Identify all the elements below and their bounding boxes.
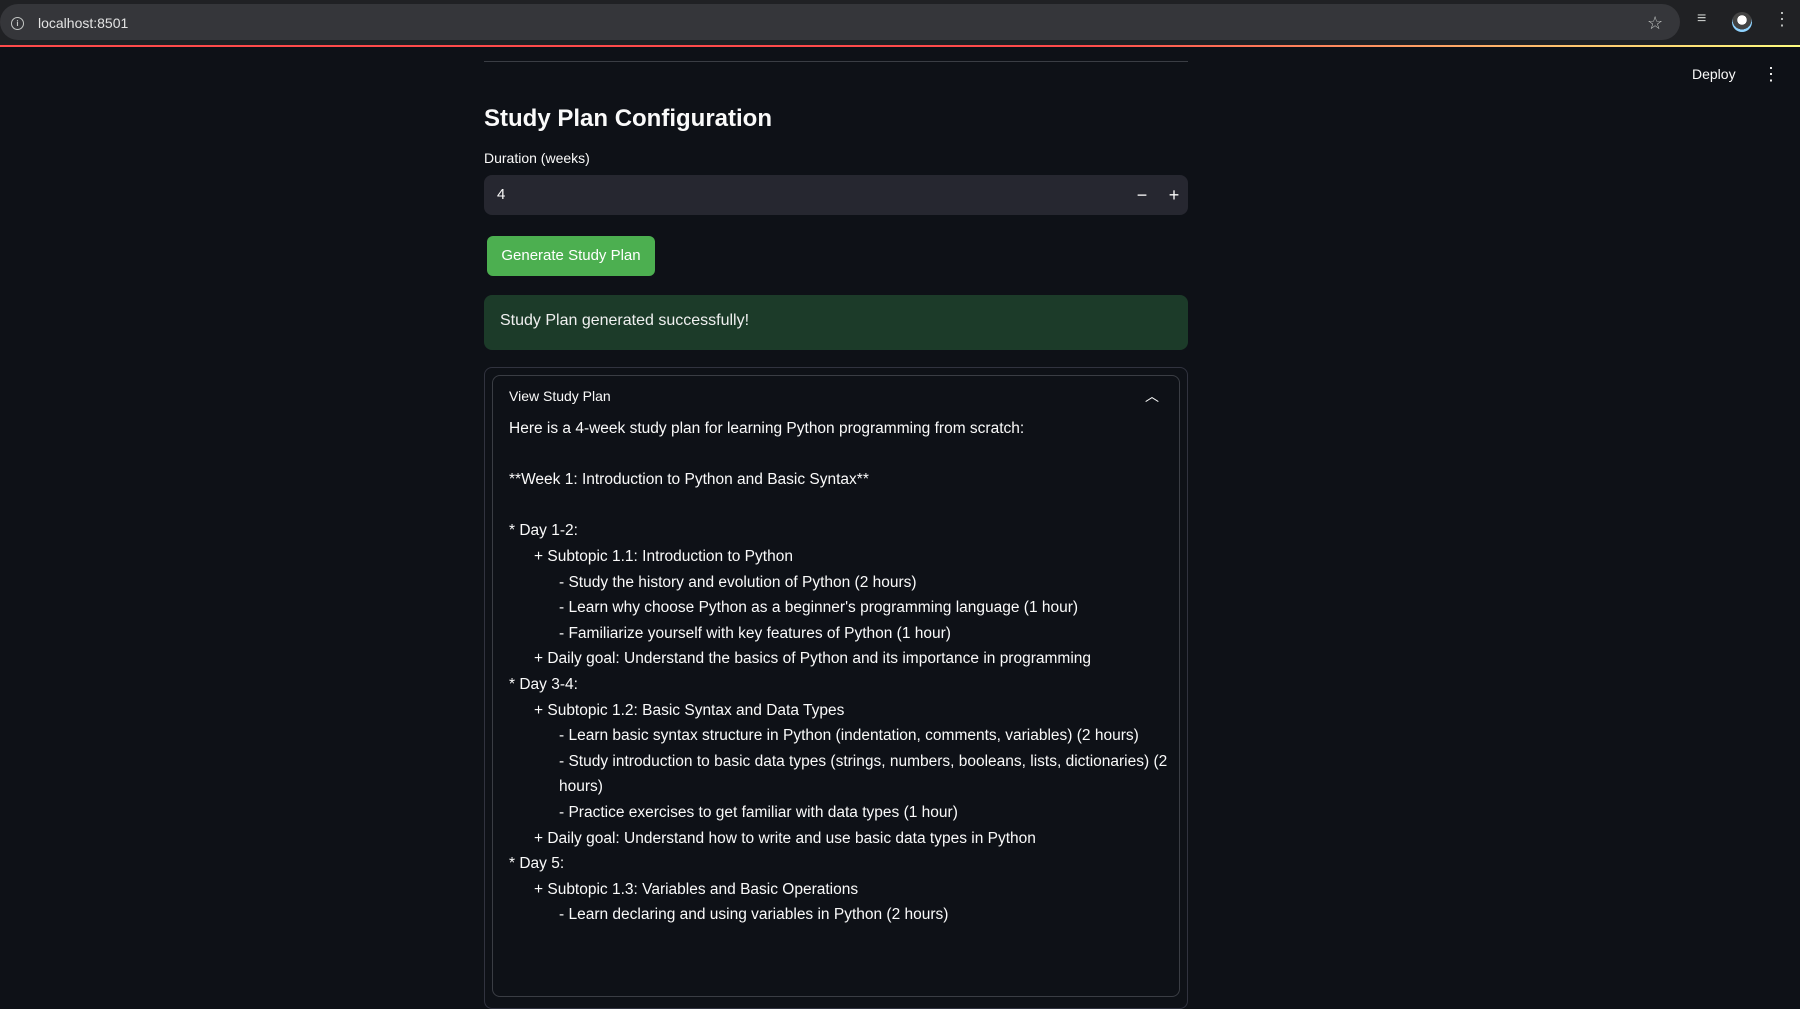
plan-line: + Daily goal: Understand how to write an… [534, 829, 1036, 847]
plan-line: + Subtopic 1.3: Variables and Basic Oper… [534, 880, 859, 898]
info-icon[interactable]: i [11, 17, 24, 30]
plan-line: * Day 3-4: [509, 675, 578, 693]
plan-line: - Study introduction to basic data types… [559, 752, 1172, 796]
app-menu-icon[interactable]: ⋮ [1762, 64, 1780, 85]
duration-label: Duration (weeks) [484, 150, 590, 166]
divider [484, 61, 1188, 62]
browser-menu-icon[interactable]: ⋮ [1773, 9, 1791, 30]
plan-line: - Learn declaring and using variables in… [559, 906, 949, 924]
plan-line [509, 442, 1169, 468]
plan-line: - Study the history and evolution of Pyt… [559, 573, 917, 591]
success-message: Study Plan generated successfully! [500, 312, 750, 329]
plan-line: - Learn why choose Python as a beginner'… [559, 599, 1079, 617]
plan-line: + Subtopic 1.1: Introduction to Python [534, 547, 793, 565]
page-title: Study Plan Configuration [484, 105, 772, 132]
increment-button[interactable]: + [1161, 182, 1187, 208]
expander-header[interactable]: View Study Plan [509, 388, 611, 404]
study-plan-expander: View Study Plan ︿ Here is a 4-week study… [492, 375, 1180, 997]
profile-icon[interactable] [1732, 12, 1752, 32]
plan-line: - Learn basic syntax structure in Python… [559, 727, 1139, 745]
plan-line: * Day 1-2: [509, 522, 578, 540]
plan-line: + Daily goal: Understand the basics of P… [534, 650, 1092, 668]
plan-line: - Familiarize yourself with key features… [559, 624, 951, 642]
duration-value[interactable]: 4 [497, 186, 505, 203]
media-icon[interactable]: ≡ [1697, 10, 1706, 28]
study-plan-text: Here is a 4-week study plan for learning… [509, 416, 1169, 928]
plan-line [509, 493, 1169, 519]
success-alert: Study Plan generated successfully! [484, 295, 1188, 350]
plan-line: Here is a 4-week study plan for learning… [509, 420, 1025, 437]
plan-line: + Subtopic 1.2: Basic Syntax and Data Ty… [534, 701, 845, 719]
star-icon[interactable]: ☆ [1647, 13, 1663, 34]
duration-number-input[interactable]: 4 − + [484, 175, 1188, 215]
plan-line: * Day 5: [509, 855, 565, 873]
decrement-button[interactable]: − [1129, 182, 1155, 208]
browser-toolbar: i localhost:8501 ☆ ≡ ⋮ [0, 0, 1800, 45]
plan-line: - Practice exercises to get familiar wit… [559, 803, 958, 821]
generate-study-plan-button[interactable]: Generate Study Plan [487, 236, 655, 276]
streamlit-decoration [0, 45, 1800, 47]
url-text[interactable]: localhost:8501 [38, 15, 128, 31]
chevron-up-icon[interactable]: ︿ [1145, 386, 1159, 406]
plan-line: **Week 1: Introduction to Python and Bas… [509, 471, 869, 489]
address-bar[interactable]: i localhost:8501 ☆ [0, 4, 1680, 40]
deploy-button[interactable]: Deploy [1692, 66, 1736, 82]
